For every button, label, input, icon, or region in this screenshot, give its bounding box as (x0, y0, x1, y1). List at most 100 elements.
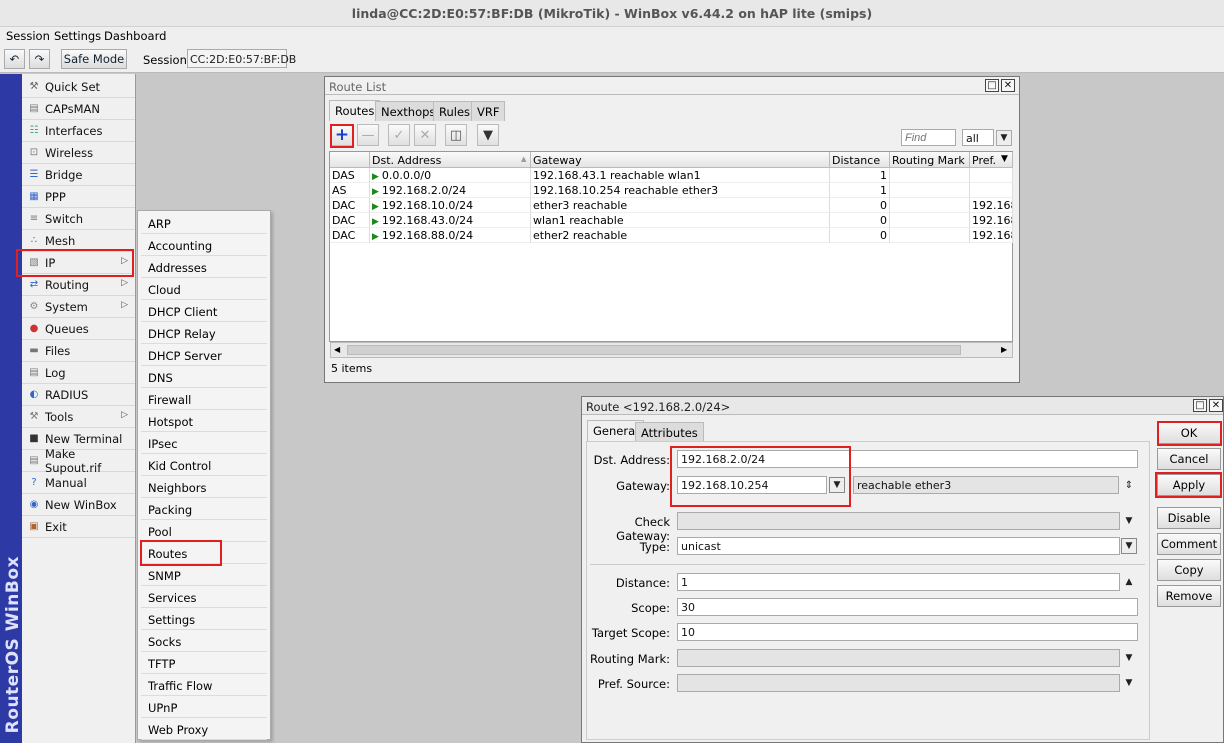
scroll-left-icon[interactable]: ◀ (334, 345, 340, 354)
filter-select[interactable]: all (962, 129, 994, 146)
menu-dashboard[interactable]: Dashboard (104, 29, 166, 43)
ip-submenu-services[interactable]: Services (141, 586, 267, 608)
routing-mark-input[interactable] (677, 649, 1120, 667)
column-menu-icon[interactable]: ▼ (1001, 154, 1008, 164)
distance-collapse-icon[interactable]: ▲ (1121, 574, 1137, 590)
sidebar-item-quick-set[interactable]: ⚒ Quick Set (22, 76, 135, 98)
check-gateway-input[interactable] (677, 512, 1120, 530)
ip-submenu-cloud[interactable]: Cloud (141, 278, 267, 300)
sidebar-item-log[interactable]: ▤ Log (22, 362, 135, 384)
close-icon[interactable]: ✕ (1001, 79, 1015, 92)
safe-mode-button[interactable]: Safe Mode (61, 49, 127, 69)
scope-input[interactable]: 30 (677, 598, 1138, 616)
ip-submenu-kid-control[interactable]: Kid Control (141, 454, 267, 476)
enable-button[interactable]: ✓ (388, 124, 410, 146)
pref-source-input[interactable] (677, 674, 1120, 692)
sidebar-item-ppp[interactable]: ▦ PPP (22, 186, 135, 208)
route-dialog-titlebar[interactable]: Route <192.168.2.0/24> □ ✕ (582, 397, 1223, 415)
ip-submenu-hotspot[interactable]: Hotspot (141, 410, 267, 432)
comment-route-button[interactable]: Comment (1157, 533, 1221, 555)
sidebar-item-radius[interactable]: ◐ RADIUS (22, 384, 135, 406)
remove-route-button[interactable]: Remove (1157, 585, 1221, 607)
ip-submenu-upnp[interactable]: UPnP (141, 696, 267, 718)
pref-source-dropdown-icon[interactable]: ▼ (1121, 675, 1137, 691)
scrollbar-thumb[interactable] (347, 345, 961, 355)
route-list-titlebar[interactable]: Route List □ ✕ (325, 77, 1019, 95)
ip-submenu-dhcp-client[interactable]: DHCP Client (141, 300, 267, 322)
find-input[interactable] (901, 129, 956, 146)
tab-attributes[interactable]: Attributes (635, 422, 704, 442)
comment-button[interactable]: ◫ (445, 124, 467, 146)
ip-submenu-packing[interactable]: Packing (141, 498, 267, 520)
ip-submenu-firewall[interactable]: Firewall (141, 388, 267, 410)
sidebar-item-files[interactable]: ▬ Files (22, 340, 135, 362)
ip-submenu-tftp[interactable]: TFTP (141, 652, 267, 674)
ip-submenu-traffic-flow[interactable]: Traffic Flow (141, 674, 267, 696)
sidebar-item-switch[interactable]: ≡ Switch (22, 208, 135, 230)
copy-button[interactable]: Copy (1157, 559, 1221, 581)
table-row[interactable]: DAS ▶ 0.0.0.0/0 192.168.43.1 reachable wlan… (330, 168, 1013, 183)
type-select[interactable]: unicast (677, 537, 1120, 555)
ip-submenu-ipsec[interactable]: IPsec (141, 432, 267, 454)
sidebar-item-tools[interactable]: ⚒ Tools ▷ (22, 406, 135, 428)
tab-routes[interactable]: Routes (329, 100, 381, 121)
ip-submenu-addresses[interactable]: Addresses (141, 256, 267, 278)
sidebar-item-bridge[interactable]: ☰ Bridge (22, 164, 135, 186)
maximize-icon[interactable]: □ (985, 79, 999, 92)
disable-route-button[interactable]: Disable (1157, 507, 1221, 529)
scroll-right-icon[interactable]: ▶ (1001, 345, 1007, 354)
routing-mark-dropdown-icon[interactable]: ▼ (1121, 650, 1137, 666)
table-row[interactable]: DAC ▶ 192.168.88.0/24 ether2 reachable 0 192.… (330, 228, 1013, 243)
undo-button[interactable]: ↶ (4, 49, 25, 69)
ip-submenu-dns[interactable]: DNS (141, 366, 267, 388)
type-dropdown-icon[interactable]: ▼ (1121, 538, 1137, 554)
distance-input[interactable]: 1 (677, 573, 1120, 591)
redo-button[interactable]: ↷ (29, 49, 50, 69)
sidebar-item-exit[interactable]: ▣ Exit (22, 516, 135, 538)
ip-submenu-pool[interactable]: Pool (141, 520, 267, 542)
ip-submenu-dhcp-server[interactable]: DHCP Server (141, 344, 267, 366)
ip-submenu-settings[interactable]: Settings (141, 608, 267, 630)
check-gateway-dropdown-icon[interactable]: ▼ (1121, 513, 1137, 529)
filter-dropdown-icon[interactable]: ▼ (996, 130, 1012, 146)
ip-submenu-accounting[interactable]: Accounting (141, 234, 267, 256)
menu-settings[interactable]: Settings (54, 29, 101, 43)
sidebar-item-make-supout-rif[interactable]: ▤ Make Supout.rif (22, 447, 135, 475)
ip-submenu-dhcp-relay[interactable]: DHCP Relay (141, 322, 267, 344)
sidebar-item-new-winbox[interactable]: ◉ New WinBox (22, 494, 135, 516)
table-row[interactable]: DAC ▶ 192.168.10.0/24 ether3 reachable 0 192.… (330, 198, 1013, 213)
sidebar-item-wireless[interactable]: ⊡ Wireless (22, 142, 135, 164)
ip-submenu-arp[interactable]: ARP (141, 212, 267, 234)
target-scope-input[interactable]: 10 (677, 623, 1138, 641)
sidebar-item-interfaces[interactable]: ☷ Interfaces (22, 120, 135, 142)
column-header-routing-mark[interactable]: Routing Mark (890, 152, 970, 168)
ip-submenu-neighbors[interactable]: Neighbors (141, 476, 267, 498)
sidebar-item-system[interactable]: ⚙ System ▷ (22, 296, 135, 318)
sidebar-item-queues[interactable]: ● Queues (22, 318, 135, 340)
session-field[interactable]: CC:2D:E0:57:BF:DB (187, 49, 296, 68)
column-header-dst[interactable]: Dst. Address (370, 152, 531, 168)
ip-submenu-snmp[interactable]: SNMP (141, 564, 267, 586)
column-header-distance[interactable]: Distance (830, 152, 890, 168)
sidebar-item-manual[interactable]: ? Manual (22, 472, 135, 494)
disable-button[interactable]: ✕ (414, 124, 436, 146)
gateway-updown-icon[interactable]: ⇕ (1121, 477, 1137, 493)
tab-nexthops[interactable]: Nexthops (375, 101, 442, 121)
dialog-close-icon[interactable]: ✕ (1209, 399, 1223, 412)
remove-button[interactable]: — (357, 124, 379, 146)
horizontal-scrollbar[interactable]: ◀ ▶ (330, 342, 1013, 358)
ip-submenu-web-proxy[interactable]: Web Proxy (141, 718, 267, 740)
column-header-gateway[interactable]: Gateway (531, 152, 830, 168)
dialog-maximize-icon[interactable]: □ (1193, 399, 1207, 412)
sidebar-item-capsman[interactable]: ▤ CAPsMAN (22, 98, 135, 120)
filter-button[interactable]: ▼ (477, 124, 499, 146)
cancel-button[interactable]: Cancel (1157, 448, 1221, 470)
ip-submenu-socks[interactable]: Socks (141, 630, 267, 652)
column-header-flags[interactable] (330, 152, 370, 168)
sidebar-item-routing[interactable]: ⇄ Routing ▷ (22, 274, 135, 296)
tab-rules[interactable]: Rules (433, 101, 477, 121)
tab-vrf[interactable]: VRF (471, 101, 506, 121)
menu-session[interactable]: Session (6, 29, 50, 43)
table-row[interactable]: DAC ▶ 192.168.43.0/24 wlan1 reachable 0 192.1… (330, 213, 1013, 228)
table-row[interactable]: AS ▶ 192.168.2.0/24 192.168.10.254 reachabl… (330, 183, 1013, 198)
